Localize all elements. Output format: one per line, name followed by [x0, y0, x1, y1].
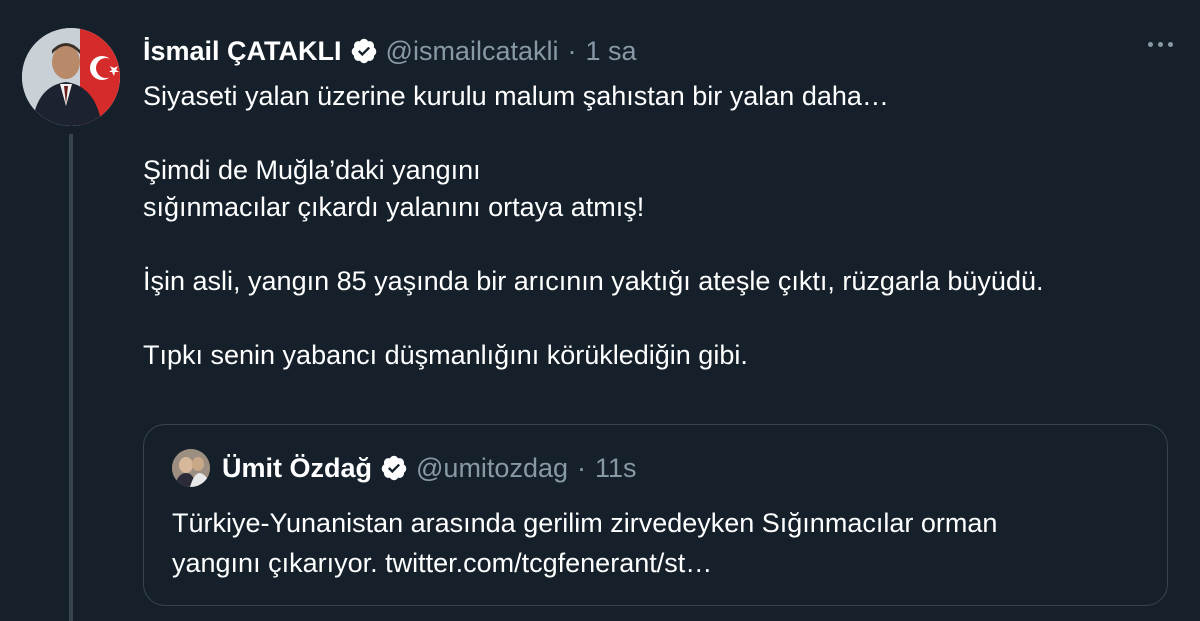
quoted-tweet-header: Ümit Özdağ @umitozdag · 11s — [172, 449, 637, 487]
tweet-content: İsmail ÇATAKLI @ismailcatakli · 1 sa Siy… — [143, 28, 1173, 374]
avatar[interactable] — [22, 28, 120, 126]
verified-badge-icon — [381, 455, 407, 481]
author-avatar-column — [22, 28, 120, 126]
tweet-header: İsmail ÇATAKLI @ismailcatakli · 1 sa — [143, 28, 1173, 74]
tweet-body: Siyaseti yalan üzerine kurulu malum şahı… — [143, 78, 1173, 374]
author-name[interactable]: İsmail ÇATAKLI — [143, 36, 342, 67]
quoted-tweet-line: Türkiye-Yunanistan arasında gerilim zirv… — [172, 508, 998, 538]
quoted-tweet-time[interactable]: 11s — [595, 453, 637, 484]
tweet[interactable]: İsmail ÇATAKLI @ismailcatakli · 1 sa Siy… — [0, 0, 1200, 621]
tweet-time[interactable]: 1 sa — [585, 36, 636, 67]
quoted-author-handle[interactable]: @umitozdag — [416, 453, 568, 484]
verified-badge-icon — [351, 38, 376, 64]
tweet-line: Siyaseti yalan üzerine kurulu malum şahı… — [143, 81, 889, 111]
separator-dot: · — [577, 452, 586, 483]
more-options-icon[interactable] — [1148, 42, 1173, 47]
quoted-avatar-image — [172, 449, 210, 487]
quoted-author-name[interactable]: Ümit Özdağ — [222, 453, 372, 484]
separator-dot: · — [567, 35, 577, 66]
quoted-tweet-body: Türkiye-Yunanistan arasında gerilim zirv… — [172, 503, 1132, 583]
tweet-line: Şimdi de Muğla’daki yangını — [143, 155, 481, 185]
quoted-tweet-line: yangını çıkarıyor. twitter.com/tcgfenera… — [172, 548, 713, 578]
quoted-tweet[interactable]: Ümit Özdağ @umitozdag · 11s Türkiye-Yuna… — [143, 424, 1168, 606]
tweet-line: Tıpkı senin yabancı düşmanlığını körükle… — [143, 340, 748, 370]
quoted-avatar[interactable] — [172, 449, 210, 487]
thread-line — [69, 134, 73, 621]
tweet-line: sığınmacılar çıkardı yalanını ortaya atm… — [143, 192, 645, 222]
tweet-line: İşin asli, yangın 85 yaşında bir arıcını… — [143, 266, 1044, 296]
avatar-image — [22, 28, 120, 126]
author-handle[interactable]: @ismailcatakli — [386, 36, 559, 67]
